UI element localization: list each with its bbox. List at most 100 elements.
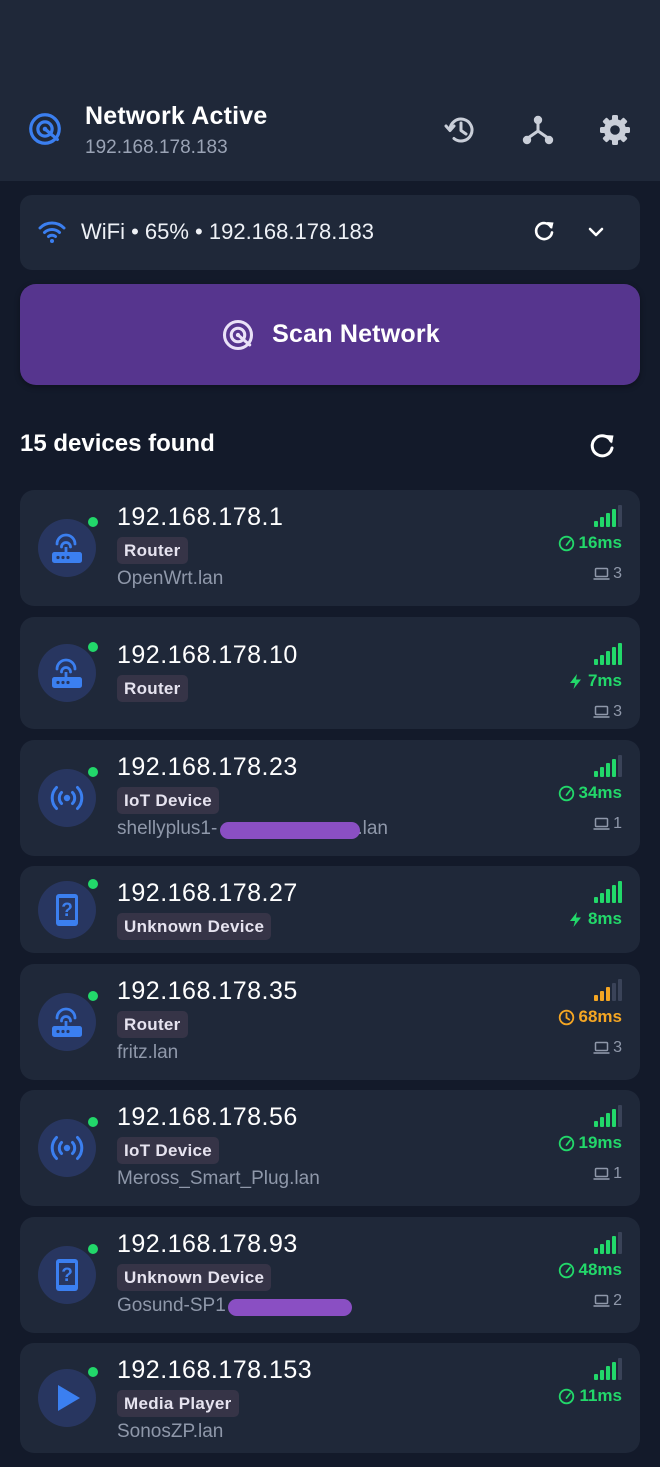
clock-icon [558, 1009, 574, 1025]
device-ip: 192.168.178.153 [117, 1356, 313, 1384]
unknown-device-icon: ? [56, 894, 78, 926]
bolt-icon [569, 911, 581, 927]
device-ip: 192.168.178.35 [117, 977, 298, 1005]
iot-broadcast-icon [50, 1136, 84, 1160]
device-card[interactable]: 192.168.178.1 Router OpenWrt.lan 16ms 3 [20, 490, 640, 606]
laptop-icon [593, 1041, 610, 1054]
online-status-dot [86, 1242, 100, 1256]
history-icon [444, 117, 474, 143]
wifi-icon [38, 221, 66, 243]
online-status-dot [86, 515, 100, 529]
device-card[interactable]: 192.168.178.153 Media Player SonosZP.lan 11… [20, 1343, 640, 1453]
device-type-badge: Media Player [117, 1390, 239, 1417]
device-ip: 192.168.178.23 [117, 753, 298, 781]
device-type-icon [38, 989, 100, 1055]
redaction-mark [220, 822, 360, 839]
device-card[interactable]: ? 192.168.178.27 Unknown Device 8ms [20, 866, 640, 953]
open-ports: 1 [593, 815, 622, 833]
topology-icon [522, 115, 554, 145]
devices-count: 15 devices found [20, 430, 215, 457]
gauge-icon [558, 1135, 574, 1151]
device-card[interactable]: ? 192.168.178.93 Unknown Device Gosund-SP1… [20, 1217, 640, 1333]
refresh-icon[interactable] [586, 430, 618, 462]
laptop-icon [593, 567, 610, 580]
latency: 68ms [558, 1007, 622, 1027]
latency: 7ms [567, 671, 622, 691]
signal-strength-icon [594, 881, 622, 903]
chevron-down-icon[interactable] [583, 219, 609, 245]
online-status-dot [86, 989, 100, 1003]
online-status-dot [86, 877, 100, 891]
device-type-badge: Unknown Device [117, 1264, 272, 1291]
device-type-icon [38, 640, 100, 706]
iot-broadcast-icon [50, 786, 84, 810]
device-hostname: Meross_Smart_Plug.lan [117, 1168, 320, 1189]
device-hostname: fritz.lan [117, 1042, 179, 1063]
device-card[interactable]: 192.168.178.56 IoT Device Meross_Smart_Plu… [20, 1090, 640, 1206]
device-type-icon [38, 1115, 100, 1181]
latency: 34ms [558, 783, 622, 803]
history-button[interactable] [440, 109, 482, 151]
signal-strength-icon [594, 1358, 622, 1380]
laptop-icon [593, 705, 610, 718]
latency: 19ms [558, 1133, 622, 1153]
latency: 48ms [558, 1260, 622, 1280]
scan-network-button[interactable]: Scan Network [20, 284, 640, 385]
wifi-summary: WiFi • 65% • 192.168.178.183 [81, 219, 375, 244]
latency: 8ms [567, 909, 622, 929]
wifi-status-card[interactable]: WiFi • 65% • 192.168.178.183 [20, 195, 640, 270]
topology-button[interactable] [517, 109, 559, 151]
open-ports: 1 [593, 1165, 622, 1183]
device-type-icon: ? [38, 1242, 100, 1308]
device-hostname: OpenWrt.lan [117, 568, 224, 589]
device-type-badge: Unknown Device [117, 913, 272, 940]
device-type-icon [38, 1365, 100, 1431]
settings-button[interactable] [594, 109, 636, 151]
play-icon [58, 1385, 80, 1411]
online-status-dot [86, 1365, 100, 1379]
device-card[interactable]: 192.168.178.35 Router fritz.lan 68ms 3 [20, 964, 640, 1080]
device-ip: 192.168.178.56 [117, 1103, 298, 1131]
laptop-icon [593, 817, 610, 830]
gauge-icon [558, 535, 574, 551]
app-header: Network Active 192.168.178.183 [0, 0, 660, 181]
scan-network-label: Scan Network [272, 320, 440, 348]
device-type-icon [38, 515, 100, 581]
device-type-badge: Router [117, 1011, 188, 1038]
page-title: Network Active [85, 102, 268, 130]
svg-text:?: ? [61, 900, 73, 921]
gear-icon [600, 115, 630, 145]
radar-icon [223, 319, 254, 350]
open-ports: 3 [593, 1039, 622, 1057]
refresh-icon[interactable] [530, 217, 558, 245]
svg-text:?: ? [61, 1265, 73, 1286]
unknown-device-icon: ? [56, 1259, 78, 1291]
device-type-badge: IoT Device [117, 1137, 220, 1164]
device-ip: 192.168.178.10 [117, 641, 298, 669]
latency: 16ms [558, 533, 622, 553]
device-type-icon: ? [38, 877, 100, 943]
online-status-dot [86, 765, 100, 779]
signal-strength-icon [594, 1105, 622, 1127]
router-icon [52, 658, 82, 688]
open-ports: 2 [593, 1292, 622, 1310]
device-ip: 192.168.178.93 [117, 1230, 298, 1258]
gauge-icon [558, 785, 574, 801]
latency: 11ms [558, 1386, 622, 1406]
online-status-dot [86, 1115, 100, 1129]
redaction-mark [228, 1299, 352, 1316]
device-card[interactable]: 192.168.178.10 Router 7ms 3 [20, 617, 640, 729]
gauge-icon [559, 1388, 575, 1404]
device-ip: 192.168.178.1 [117, 503, 284, 531]
open-ports: 3 [593, 565, 622, 583]
device-type-badge: IoT Device [117, 787, 220, 814]
bolt-icon [569, 673, 581, 689]
online-status-dot [86, 640, 100, 654]
signal-strength-icon [594, 755, 622, 777]
device-card[interactable]: 192.168.178.23 IoT Device shellyplus1- .lan… [20, 740, 640, 856]
device-type-badge: Router [117, 675, 188, 702]
device-type-badge: Router [117, 537, 188, 564]
open-ports: 3 [593, 703, 622, 721]
device-type-icon [38, 765, 100, 831]
gauge-icon [558, 1262, 574, 1278]
